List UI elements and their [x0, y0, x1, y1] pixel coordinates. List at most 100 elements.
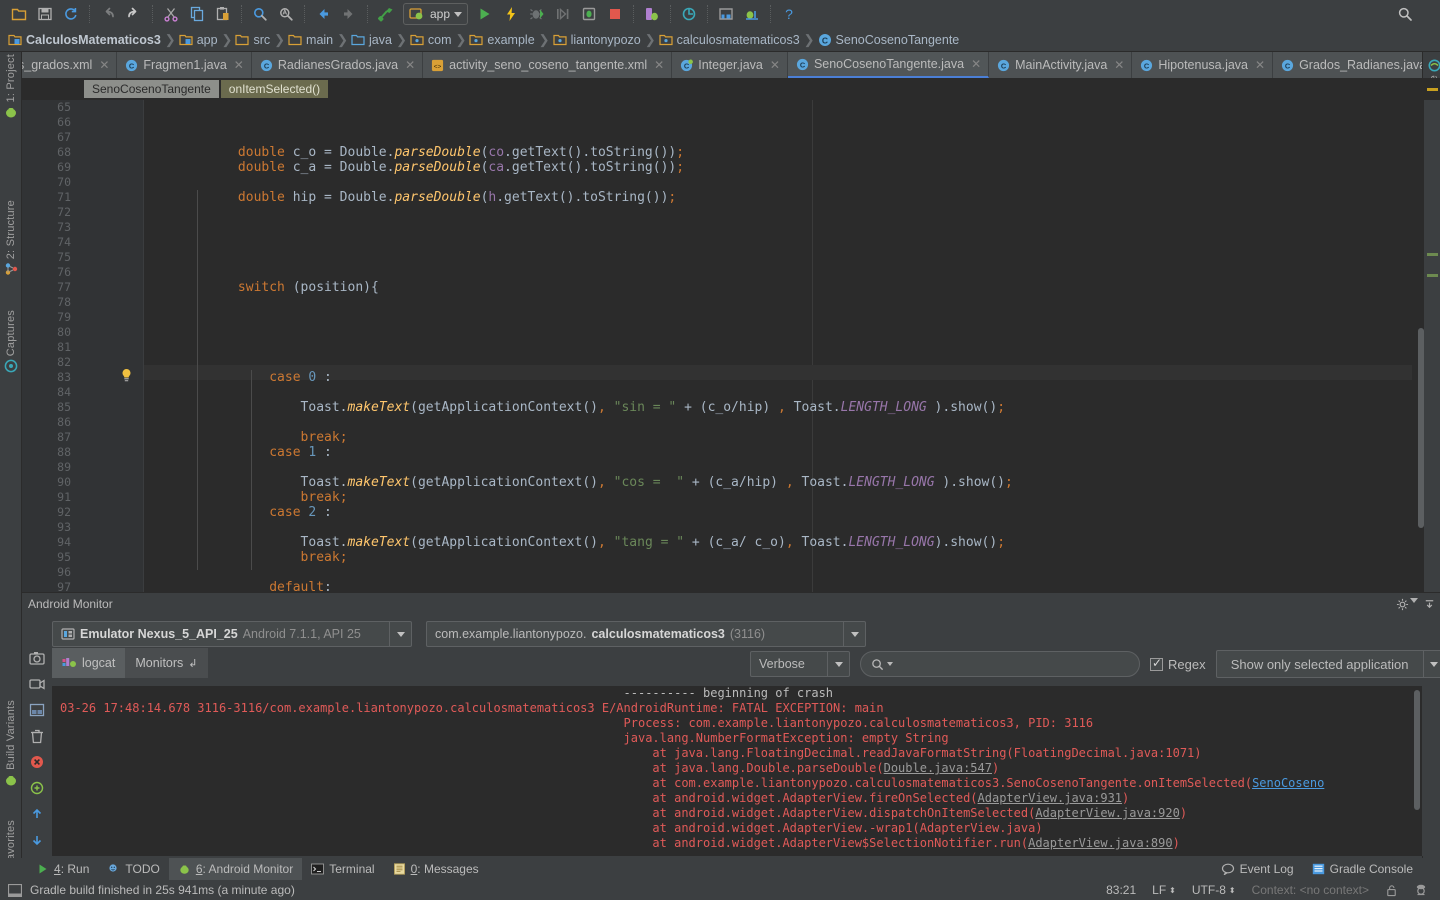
breadcrumb-item-src[interactable]: src: [235, 33, 273, 47]
code-line[interactable]: Toast.makeText(getApplicationContext(), …: [144, 475, 1412, 490]
tool-window-android-monitor[interactable]: 6: Android Monitor: [168, 858, 303, 880]
build-icon[interactable]: [373, 2, 399, 26]
code-line[interactable]: [144, 205, 1412, 220]
close-icon[interactable]: ✕: [1255, 58, 1265, 72]
terminate-app-icon[interactable]: [22, 749, 52, 775]
log-source-link[interactable]: AdapterView.java:920: [1035, 806, 1180, 820]
hide-panel-icon[interactable]: [1418, 598, 1440, 611]
code-line[interactable]: [144, 100, 1412, 115]
sidebar-item-project[interactable]: 1: Project: [0, 54, 22, 122]
logcat-search-field[interactable]: [860, 651, 1140, 677]
editor-tab-senocosenotangente-java[interactable]: C SenoCosenoTangente.java ✕: [787, 52, 990, 78]
sync-icon[interactable]: [58, 2, 84, 26]
chevron-down-icon[interactable]: [887, 662, 893, 666]
code-line[interactable]: break;: [144, 490, 1412, 505]
log-line[interactable]: at android.widget.AdapterView.-wrap1(Ada…: [52, 821, 1422, 836]
logcat-output[interactable]: ---------- beginning of crash 03-26 17:48…: [52, 686, 1422, 856]
detach-icon[interactable]: ↲: [188, 657, 197, 670]
log-source-link[interactable]: AdapterView.java:931: [978, 791, 1123, 805]
lock-icon[interactable]: [1377, 884, 1406, 897]
code-line[interactable]: [144, 295, 1412, 310]
tool-window-terminal[interactable]: Terminal: [302, 858, 383, 880]
run-configuration-selector[interactable]: app: [403, 3, 469, 25]
log-line[interactable]: Process: com.example.liantonypozo.calcul…: [52, 716, 1422, 731]
code-line[interactable]: [144, 130, 1412, 145]
editor-scrollbar[interactable]: [1418, 328, 1424, 528]
search-input[interactable]: [896, 657, 1129, 671]
settings-gear-icon[interactable]: [1396, 597, 1418, 611]
tool-window-todo[interactable]: TODO: [98, 858, 168, 880]
paste-icon[interactable]: [210, 2, 236, 26]
editor-tab-mainactivity-java[interactable]: C MainActivity.java ✕: [989, 52, 1133, 78]
regex-toggle[interactable]: Regex: [1150, 656, 1206, 672]
log-line[interactable]: at java.lang.FloatingDecimal.readJavaFor…: [52, 746, 1422, 761]
device-selector[interactable]: Emulator Nexus_5_API_25 Android 7.1.1, A…: [52, 621, 412, 647]
log-line[interactable]: at java.lang.Double.parseDouble(Double.j…: [52, 761, 1422, 776]
editor-tab-hipotenusa-java[interactable]: C Hipotenusa.java ✕: [1132, 52, 1274, 78]
screen-record-icon[interactable]: [22, 671, 52, 697]
editor-tab-s_grados-xml[interactable]: s_grados.xml ✕: [22, 52, 118, 78]
find-icon[interactable]: [247, 2, 273, 26]
tool-window-gradle-console[interactable]: Gradle Console: [1303, 858, 1422, 880]
tool-window-messages[interactable]: 0: Messages: [384, 858, 488, 880]
layout-inspector-icon[interactable]: [22, 697, 52, 723]
code-line[interactable]: [144, 415, 1412, 430]
log-line[interactable]: java.lang.NumberFormatException: empty S…: [52, 731, 1422, 746]
code-line[interactable]: [144, 520, 1412, 535]
scroll-down-icon[interactable]: [22, 827, 52, 853]
save-all-icon[interactable]: [32, 2, 58, 26]
chevron-down-icon[interactable]: [1422, 651, 1440, 677]
sidebar-item-build-variants[interactable]: Build Variants: [0, 700, 22, 790]
breadcrumb-method[interactable]: onItemSelected(): [220, 80, 329, 98]
code-line[interactable]: double c_o = Double.parseDouble(co.getTe…: [144, 145, 1412, 160]
log-source-link[interactable]: AdapterView.java:890: [1028, 836, 1173, 850]
code-editor[interactable]: SenoCosenoTangente onItemSelected() 65 66…: [22, 78, 1440, 592]
layout-inspector-icon[interactable]: [713, 2, 739, 26]
close-icon[interactable]: ✕: [234, 58, 244, 72]
code-line[interactable]: case 0 :: [144, 370, 1412, 385]
close-icon[interactable]: ✕: [770, 58, 780, 72]
tool-window-run[interactable]: 4: Run: [28, 858, 98, 880]
code-line[interactable]: break;: [144, 430, 1412, 445]
forward-icon[interactable]: [336, 2, 362, 26]
search-everywhere-icon[interactable]: [1392, 2, 1418, 26]
code-content[interactable]: double c_o = Double.parseDouble(co.getTe…: [144, 100, 1412, 592]
code-line[interactable]: Toast.makeText(getApplicationContext(), …: [144, 535, 1412, 550]
code-line[interactable]: [144, 325, 1412, 340]
code-line[interactable]: [144, 250, 1412, 265]
instant-run-icon[interactable]: [498, 2, 524, 26]
filter-scope-selector[interactable]: Show only selected application: [1215, 650, 1440, 678]
code-line[interactable]: Toast.makeText(getApplicationContext(), …: [144, 400, 1412, 415]
code-line[interactable]: case 1 :: [144, 445, 1412, 460]
close-icon[interactable]: ✕: [1114, 58, 1124, 72]
log-line[interactable]: ---------- beginning of crash: [52, 686, 1422, 701]
avd-manager-icon[interactable]: [639, 2, 665, 26]
code-line[interactable]: case 2 :: [144, 505, 1412, 520]
breadcrumb-item-senocosenotangente[interactable]: C SenoCosenoTangente: [818, 33, 963, 47]
close-icon[interactable]: ✕: [654, 58, 664, 72]
code-line[interactable]: [144, 175, 1412, 190]
debug-icon[interactable]: [524, 2, 550, 26]
hector-inspector-icon[interactable]: [1406, 883, 1440, 897]
process-selector[interactable]: com.example.liantonypozo. calculosmatemat…: [426, 621, 866, 647]
regex-checkbox[interactable]: [1150, 656, 1163, 671]
code-line[interactable]: [144, 265, 1412, 280]
undo-icon[interactable]: [95, 2, 121, 26]
log-line[interactable]: at android.widget.AdapterView.dispatchOn…: [52, 806, 1422, 821]
code-line[interactable]: [144, 565, 1412, 580]
screen-capture-icon[interactable]: [22, 645, 52, 671]
show-tool-windows-icon[interactable]: [8, 883, 22, 897]
sidebar-item-structure[interactable]: 2: Structure: [0, 200, 22, 279]
tool-window-event-log[interactable]: Event Log: [1212, 858, 1303, 880]
editor-tab-grados-radianes-java[interactable]: C Grados_Radianes.java ✕: [1273, 52, 1440, 78]
breadcrumb-item-calculosmatematicos3[interactable]: CalculosMatematicos3: [8, 33, 164, 47]
breadcrumb-item-app[interactable]: app: [179, 33, 221, 47]
close-icon[interactable]: ✕: [971, 57, 981, 71]
code-line[interactable]: [144, 385, 1412, 400]
clear-logcat-icon[interactable]: [22, 723, 52, 749]
scroll-up-icon[interactable]: [22, 801, 52, 827]
help-icon[interactable]: ?: [776, 2, 802, 26]
step-icon[interactable]: [550, 2, 576, 26]
code-line[interactable]: switch (position){: [144, 280, 1412, 295]
log-source-link[interactable]: SenoCoseno: [1252, 776, 1324, 790]
